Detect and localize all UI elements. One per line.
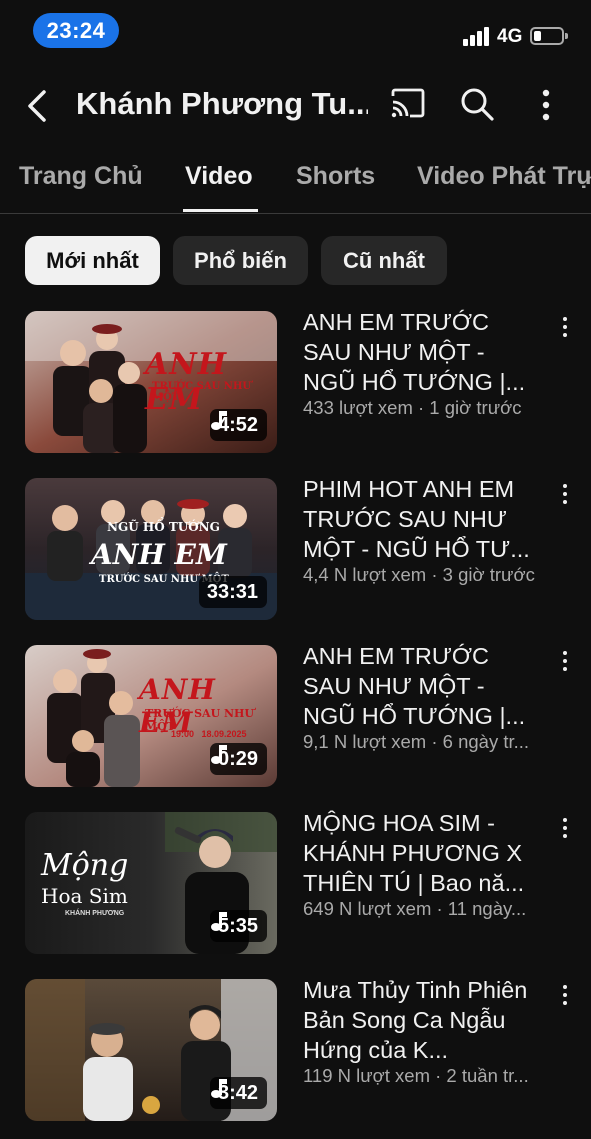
video-menu-icon[interactable]	[556, 482, 574, 506]
video-menu-icon[interactable]	[556, 983, 574, 1007]
thumbnail-credit-text: KHÁNH PHƯƠNG	[65, 910, 125, 917]
status-time: 23:24	[33, 13, 119, 48]
chip-latest[interactable]: Mới nhất	[25, 236, 160, 285]
thumbnail-date-text: 19:00 18.09.2025	[171, 729, 247, 739]
active-tab-indicator	[183, 209, 258, 212]
video-item[interactable]: 3:42 Mưa Thủy Tinh Phiên Bản Song Ca Ngẫ…	[0, 977, 591, 1125]
thumbnail-top-text: NGŨ HỔ TƯỚNG	[107, 520, 220, 534]
channel-header: Khánh Phương Tu...	[0, 72, 591, 138]
more-vert-icon[interactable]	[534, 88, 558, 122]
search-icon[interactable]	[460, 87, 494, 121]
video-title[interactable]: MỘNG HOA SIM - KHÁNH PHƯƠNG X THIÊN TÚ |…	[303, 808, 541, 898]
back-icon[interactable]	[24, 86, 54, 126]
video-menu-icon[interactable]	[556, 315, 574, 339]
thumbnail-title-text: ANH EM	[91, 538, 227, 571]
duration-badge: 4:52	[209, 409, 267, 441]
thumbnail-title-text: Mộng	[41, 848, 129, 883]
video-item[interactable]: Mộng Hoa Sim KHÁNH PHƯƠNG 5:35 MỘNG HOA …	[0, 810, 591, 958]
tab-live[interactable]: Video Phát Trự	[417, 162, 591, 191]
video-thumbnail[interactable]: ANH EM TRƯỚC SAU NHƯ MỘT 4:52	[25, 311, 277, 453]
cast-icon[interactable]	[390, 88, 426, 120]
video-meta: 119 N lượt xem · 2 tuần tr...	[303, 1065, 529, 1086]
music-note-icon	[210, 1079, 227, 1098]
music-note-icon	[210, 912, 227, 931]
chip-oldest[interactable]: Cũ nhất	[321, 236, 447, 285]
duration-badge: 3:42	[209, 1077, 267, 1109]
thumbnail-subtitle-text: TRƯỚC SAU NHƯ MỘT	[152, 381, 252, 403]
tab-home[interactable]: Trang Chủ	[19, 162, 143, 191]
video-item[interactable]: ANH EM TRƯỚC SAU NHƯ MỘT 19:00 18.09.202…	[0, 643, 591, 791]
video-meta: 4,4 N lượt xem · 3 giờ trước	[303, 564, 535, 585]
music-note-icon	[210, 411, 227, 430]
video-thumbnail[interactable]: NGŨ HỔ TƯỚNG ANH EM TRƯỚC SAU NHƯ MỘT 33…	[25, 478, 277, 620]
video-thumbnail[interactable]: 3:42	[25, 979, 277, 1121]
duration-badge: 33:31	[198, 576, 267, 608]
tab-video[interactable]: Video	[185, 162, 253, 191]
tab-shorts[interactable]: Shorts	[296, 162, 375, 191]
battery-icon	[530, 27, 568, 45]
duration-badge: 0:29	[209, 743, 267, 775]
video-menu-icon[interactable]	[556, 816, 574, 840]
video-thumbnail[interactable]: Mộng Hoa Sim KHÁNH PHƯƠNG 5:35	[25, 812, 277, 954]
video-meta: 9,1 N lượt xem · 6 ngày tr...	[303, 731, 530, 752]
network-label: 4G	[497, 26, 523, 47]
channel-tabs: Trang Chủ Video Shorts Video Phát Trự	[0, 150, 591, 214]
thumbnail-subtitle-text: Hoa Sim	[41, 884, 128, 908]
video-item[interactable]: ANH EM TRƯỚC SAU NHƯ MỘT 4:52 ANH EM TRƯ…	[0, 309, 591, 457]
channel-title: Khánh Phương Tu...	[76, 86, 368, 121]
video-meta: 649 N lượt xem · 11 ngày...	[303, 898, 527, 919]
video-item[interactable]: NGŨ HỔ TƯỚNG ANH EM TRƯỚC SAU NHƯ MỘT 33…	[0, 476, 591, 624]
music-note-icon	[210, 745, 227, 764]
video-title[interactable]: PHIM HOT ANH EM TRƯỚC SAU NHƯ MỘT - NGŨ …	[303, 474, 541, 564]
video-title[interactable]: Mưa Thủy Tinh Phiên Bản Song Ca Ngẫu Hứn…	[303, 975, 541, 1065]
video-thumbnail[interactable]: ANH EM TRƯỚC SAU NHƯ MỘT 19:00 18.09.202…	[25, 645, 277, 787]
duration-text: 33:31	[206, 580, 258, 603]
chip-popular[interactable]: Phổ biến	[173, 236, 308, 285]
video-menu-icon[interactable]	[556, 649, 574, 673]
duration-badge: 5:35	[209, 910, 267, 942]
signal-icon	[463, 26, 491, 46]
video-title[interactable]: ANH EM TRƯỚC SAU NHƯ MỘT - NGŨ HỔ TƯỚNG …	[303, 307, 541, 397]
status-bar: 23:24 4G	[0, 0, 591, 64]
video-meta: 433 lượt xem · 1 giờ trước	[303, 397, 522, 418]
video-title[interactable]: ANH EM TRƯỚC SAU NHƯ MỘT - NGŨ HỔ TƯỚNG …	[303, 641, 541, 731]
